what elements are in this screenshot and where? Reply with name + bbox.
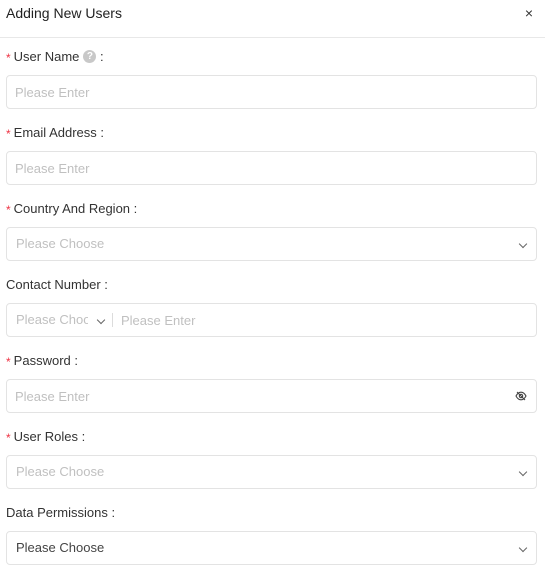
phone-number-field[interactable] (113, 304, 513, 336)
password-input[interactable] (7, 380, 487, 412)
contact-label: Contact Number : (6, 277, 108, 292)
user-name-input[interactable] (7, 76, 487, 108)
user-name-label-text: User Name (13, 49, 80, 64)
user-roles-label-text: User Roles : (13, 429, 86, 444)
chevron-down-icon (518, 239, 528, 249)
chevron-down-icon (518, 543, 528, 553)
contact-field: Please Choose (6, 303, 537, 337)
required-mark: * (6, 355, 11, 369)
label-colon: : (100, 49, 104, 64)
country-label-text: Country And Region : (13, 201, 138, 216)
user-name-field[interactable] (6, 75, 537, 109)
chevron-down-icon (96, 315, 106, 325)
country-placeholder: Please Choose (16, 236, 105, 251)
dialog-header: Adding New Users × (0, 0, 545, 38)
data-permissions-select[interactable]: Please Choose (6, 531, 537, 565)
user-name-label: * User Name? : (6, 48, 104, 66)
required-mark: * (6, 127, 11, 141)
data-permissions-value: Please Choose (16, 540, 105, 555)
email-field[interactable] (6, 151, 537, 185)
required-mark: * (6, 51, 11, 65)
help-icon[interactable]: ? (83, 50, 97, 63)
password-label-text: Password : (13, 353, 78, 368)
user-roles-placeholder: Please Choose (16, 464, 105, 479)
dialog-title: Adding New Users (6, 5, 122, 21)
user-roles-select[interactable]: Please Choose (6, 455, 537, 489)
user-roles-label: * User Roles : (6, 428, 85, 446)
email-label: * Email Address : (6, 124, 104, 142)
country-label: * Country And Region : (6, 200, 137, 218)
chevron-down-icon (518, 467, 528, 477)
country-code-placeholder: Please Choose (16, 312, 88, 327)
phone-number-input[interactable] (113, 304, 513, 336)
country-code-select[interactable]: Please Choose (7, 304, 112, 336)
close-button[interactable]: × (521, 4, 537, 22)
email-input[interactable] (7, 152, 487, 184)
password-field[interactable] (6, 379, 537, 413)
country-select[interactable]: Please Choose (6, 227, 537, 261)
eye-slash-icon[interactable] (515, 390, 527, 402)
data-permissions-label: Data Permissions : (6, 505, 116, 520)
email-label-text: Email Address : (13, 125, 104, 140)
required-mark: * (6, 203, 11, 217)
required-mark: * (6, 431, 11, 445)
password-label: * Password : (6, 352, 78, 370)
